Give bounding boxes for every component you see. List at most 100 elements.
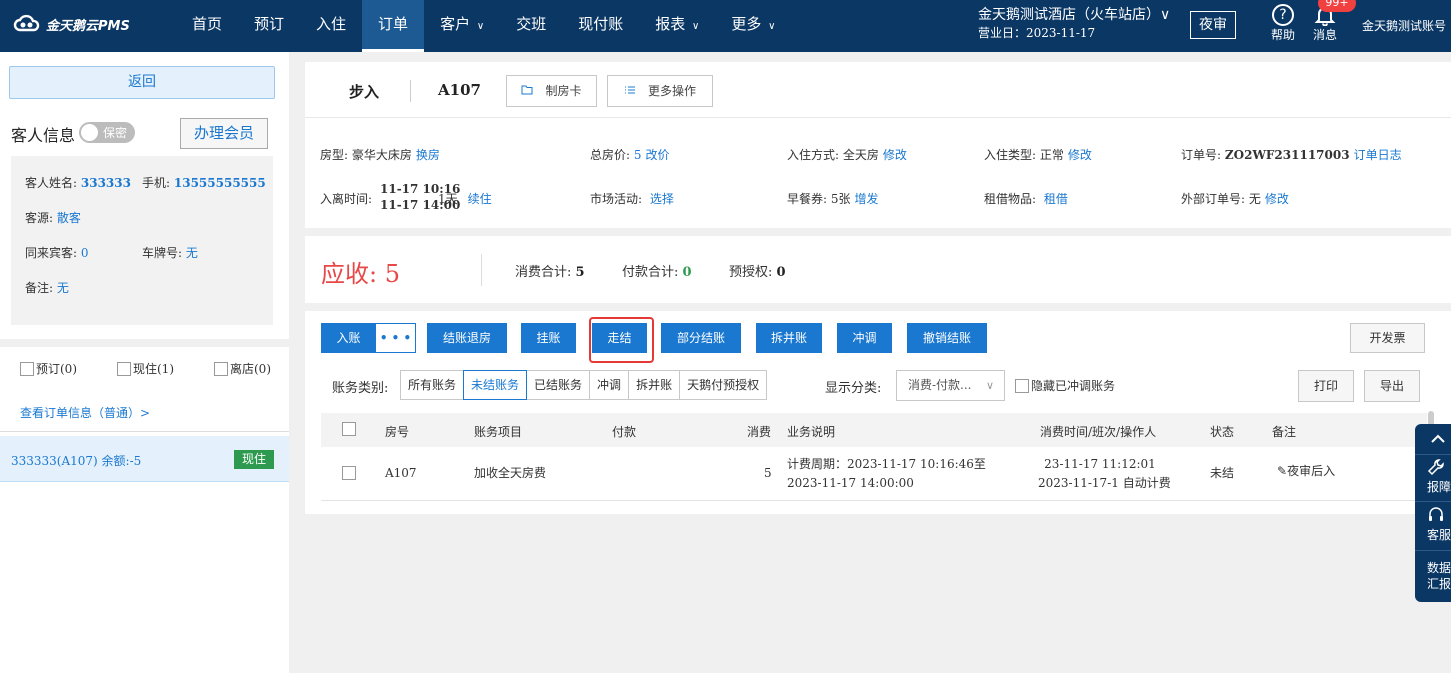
cell-description: 计费周期：2023-11-17 10:16:46至 2023-11-17 14:0… [787,457,986,490]
room-entry-label: 333333(A107) 余额:-5 [11,454,142,468]
checkbox[interactable] [1015,378,1029,393]
hang-account-button[interactable]: 挂账 [521,323,576,353]
view-order-info-link[interactable]: 查看订单信息（普通）> [20,404,150,421]
divider [305,117,1451,118]
change-price-link[interactable]: 改价 [646,148,670,162]
hotel-selector[interactable]: 金天鹅测试酒店（火车站店）∨ 营业日：2023-11-17 [978,6,1170,42]
back-button[interactable]: 返回 [9,66,275,99]
data-report-button[interactable]: 数据 汇报 [1415,560,1451,592]
nav-reservation[interactable]: 预订 [238,0,300,52]
table-header: 房号 账务项目 付款 消费 业务说明 消费时间/班次/操作人 状态 备注 [321,413,1427,447]
partial-settle-button[interactable]: 部分结账 [661,323,741,353]
customer-service-button[interactable]: 客服 [1415,506,1451,543]
preauth-total: 预授权: 0 [729,265,786,280]
cell-remark[interactable]: ✎夜审后入 [1277,462,1335,481]
make-room-card-button[interactable]: 制房卡 [506,75,597,107]
tab-swan-preauth[interactable]: 天鹅付预授权 [679,370,768,400]
tab-unsettled[interactable]: 未结账务 [463,370,528,400]
chevron-down-icon: ∨ [768,21,776,32]
invoice-button[interactable]: 开发票 [1350,323,1425,353]
divider [410,80,411,102]
nav-shift[interactable]: 交班 [500,0,562,52]
hide-adjusted-checkbox[interactable]: 隐藏已冲调账务 [1015,377,1115,394]
checkbox[interactable] [214,361,228,376]
top-nav-bar: 金天鹅云PMS 首页 预订 入住 订单 客户 ∨ 交班 现付账 报表 ∨ 更多 … [0,0,1451,52]
marketing-info: 市场活动: 选择 [590,192,674,206]
order-log-link[interactable]: 订单日志 [1354,148,1402,162]
nav-orders[interactable]: 订单 [362,0,425,52]
checkin-mode: 步入 [349,83,380,101]
privacy-toggle[interactable]: 保密 [79,122,135,143]
total-price-info: 总房价: 5 改价 [590,148,670,162]
privacy-toggle-label: 保密 [103,126,128,140]
order-number-info: 订单号: ZO2WF231117003 订单日志 [1181,148,1402,162]
post-charge-button[interactable]: 入账 [321,323,376,353]
chevron-up-icon [1431,434,1445,443]
billing-card: 入账 • • • 结账退房 挂账 走结 部分结账 拆并账 冲调 撤销结账 开发票… [305,311,1451,514]
tab-settled[interactable]: 已结账务 [526,370,591,400]
checkbox[interactable] [117,361,131,376]
walk-settle-button[interactable]: 走结 [592,323,647,353]
select-campaign-link[interactable]: 选择 [650,192,674,206]
rent-item-link[interactable]: 租借 [1044,192,1068,206]
table-row[interactable]: A107 加收全天房费 5 计费周期：2023-11-17 10:16:46至 2… [321,447,1427,501]
export-button[interactable]: 导出 [1364,370,1420,402]
extend-stay-link[interactable]: 续住 [468,192,492,206]
tab-split-merge[interactable]: 拆并账 [628,370,681,400]
nav-customers[interactable]: 客户 ∨ [424,0,500,52]
side-toolbar: 报障 客服 数据 汇报 [1415,424,1451,602]
report-issue-button[interactable]: 报障 [1415,458,1451,495]
guest-source: 客源: 散客 [25,211,81,225]
chevron-down-icon: ∨ [476,21,485,32]
nav-home[interactable]: 首页 [176,0,238,52]
tab-all[interactable]: 所有账务 [400,370,465,400]
print-button[interactable]: 打印 [1298,370,1354,402]
stay-mode-info: 入住方式: 全天房 修改 [787,148,907,162]
night-audit-button[interactable]: 夜审 [1190,11,1236,39]
nav-checkin[interactable]: 入住 [300,0,362,52]
filter-in-house[interactable]: 现住(1) [117,360,174,377]
breakfast-info: 早餐券: 5张 增发 [787,192,879,206]
add-breakfast-link[interactable]: 增发 [855,192,879,206]
guest-plate: 车牌号: 无 [142,246,198,260]
adjust-button[interactable]: 冲调 [837,323,892,353]
change-room-link[interactable]: 换房 [416,148,440,162]
cell-consumption: 5 [764,466,772,480]
checkout-button[interactable]: 结账退房 [427,323,507,353]
post-charge-more-button[interactable]: • • • [375,323,416,353]
category-tabs: 所有账务 未结账务 已结账务 冲调 拆并账 天鹅付预授权 [400,370,768,400]
nav-cash-account[interactable]: 现付账 [562,0,639,52]
logo[interactable]: 金天鹅云PMS [12,14,130,34]
cell-time: 23-11-17 11:12:01 2023-11-17-1 自动计费 [1038,457,1171,490]
cell-room: A107 [385,466,417,480]
edit-stay-type-link[interactable]: 修改 [1068,148,1092,162]
scroll-top-icon[interactable] [1415,430,1451,450]
row-checkbox[interactable] [342,466,356,480]
edit-external-order-link[interactable]: 修改 [1265,192,1289,206]
help-button[interactable]: ? 帮助 [1268,4,1298,43]
business-date: 营业日：2023-11-17 [978,26,1096,40]
split-merge-button[interactable]: 拆并账 [756,323,822,353]
cell-status: 未结 [1210,466,1235,480]
cancel-settle-button[interactable]: 撤销结账 [907,323,987,353]
more-actions-button[interactable]: 更多操作 [607,75,713,107]
filter-reserved[interactable]: 预订(0) [20,360,77,377]
nav-more[interactable]: 更多 ∨ [715,0,791,52]
account-name[interactable]: 金天鹅测试账号 [1362,17,1446,34]
select-all-checkbox[interactable] [342,422,356,436]
nav-reports[interactable]: 报表 ∨ [639,0,715,52]
chevron-down-icon: ∨ [692,21,700,32]
display-select[interactable]: 消费-付款... ∨ [896,370,1005,401]
pencil-icon: ✎ [1277,464,1288,478]
divider [0,431,289,432]
payment-total: 付款合计: 0 [622,265,692,280]
filter-departed[interactable]: 离店(0) [214,360,271,377]
rental-info: 租借物品: 租借 [984,192,1068,206]
room-entry[interactable]: 333333(A107) 余额:-5 现住 [0,436,289,482]
edit-stay-mode-link[interactable]: 修改 [883,148,907,162]
checkbox[interactable] [20,361,34,376]
tab-adjusted[interactable]: 冲调 [589,370,630,400]
room-number: A107 [438,81,481,99]
help-circle-icon: ? [1272,4,1294,26]
register-member-button[interactable]: 办理会员 [180,118,268,149]
